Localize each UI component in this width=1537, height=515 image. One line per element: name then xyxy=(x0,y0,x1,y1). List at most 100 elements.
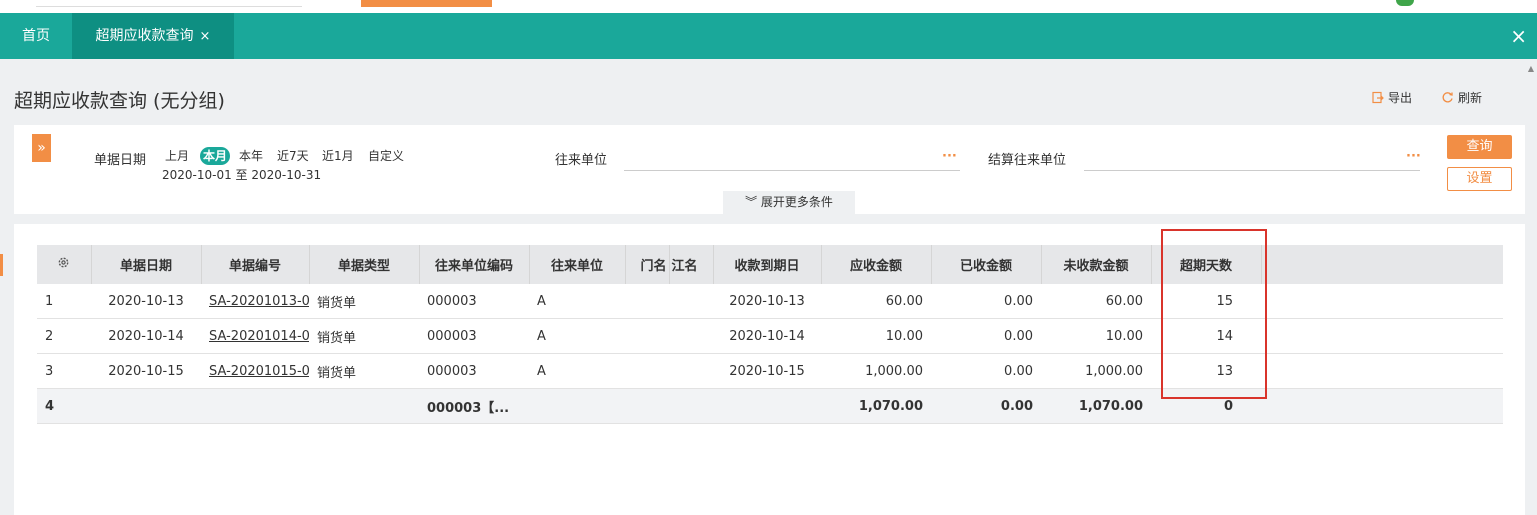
total-empty xyxy=(529,388,625,424)
scroll-up-icon[interactable]: ▲ xyxy=(1525,64,1537,73)
row-number: 2 xyxy=(37,318,91,354)
cell-code-link[interactable]: SA-20201013-0 xyxy=(201,284,309,319)
row-number: 3 xyxy=(37,353,91,389)
total-filler xyxy=(1261,388,1503,424)
period-this-month[interactable]: 本月 xyxy=(200,147,231,165)
col-due-date[interactable]: 收款到期日 xyxy=(713,245,822,284)
col-partner-code[interactable]: 往来单位编码 xyxy=(419,245,530,284)
cell-dept xyxy=(625,318,669,354)
cell-unpaid: 10.00 xyxy=(1041,318,1151,354)
gear-icon xyxy=(58,257,69,268)
query-button[interactable]: 查询 xyxy=(1447,135,1512,159)
tab-home-label: 首页 xyxy=(22,28,50,44)
period-this-year[interactable]: 本年 xyxy=(236,147,266,165)
total-received: 0.00 xyxy=(931,388,1041,424)
refresh-label: 刷新 xyxy=(1458,91,1483,105)
cell-partner-code: 000003 xyxy=(419,284,529,319)
cell-receivable: 60.00 xyxy=(821,284,931,319)
col-unpaid[interactable]: 未收款金额 xyxy=(1041,245,1152,284)
cell-filler xyxy=(1261,284,1503,319)
partner-more-icon[interactable]: ··· xyxy=(942,149,957,164)
column-settings[interactable] xyxy=(37,245,92,284)
cell-received: 0.00 xyxy=(931,318,1041,354)
app-logo xyxy=(1396,0,1414,6)
settle-partner-more-icon[interactable]: ··· xyxy=(1406,149,1421,164)
cell-staff xyxy=(669,318,713,354)
cell-type: 销货单 xyxy=(309,353,419,389)
date-label: 单据日期 xyxy=(94,153,147,168)
table-row[interactable]: 3 2020-10-15 SA-20201015-0 销货单 000003 A … xyxy=(37,353,1503,389)
settings-button[interactable]: 设置 xyxy=(1447,167,1512,191)
tab-active-label: 超期应收款查询 xyxy=(95,28,194,44)
vertical-scrollbar[interactable]: ▲ xyxy=(1525,64,1537,515)
refresh-icon xyxy=(1442,92,1453,103)
cell-partner-code: 000003 xyxy=(419,353,529,389)
total-empty xyxy=(669,388,713,424)
more-conditions-label: 展开更多条件 xyxy=(760,195,833,209)
cell-dept xyxy=(625,284,669,319)
cell-partner-code: 000003 xyxy=(419,318,529,354)
settle-partner-input[interactable] xyxy=(1084,170,1420,171)
cell-unpaid: 1,000.00 xyxy=(1041,353,1151,389)
tab-home[interactable]: 首页 xyxy=(0,13,72,59)
col-partner[interactable]: 往来单位 xyxy=(529,245,626,284)
cell-date: 2020-10-13 xyxy=(91,284,201,319)
cell-overdue-days: 13 xyxy=(1151,353,1261,389)
export-button[interactable]: 导出 xyxy=(1371,89,1412,106)
total-count: 4 xyxy=(37,388,91,424)
col-date[interactable]: 单据日期 xyxy=(91,245,202,284)
cell-received: 0.00 xyxy=(931,353,1041,389)
col-type[interactable]: 单据类型 xyxy=(309,245,420,284)
col-received[interactable]: 已收金额 xyxy=(931,245,1042,284)
top-search-underline xyxy=(36,6,302,7)
period-custom[interactable]: 自定义 xyxy=(365,147,407,165)
cell-code-link[interactable]: SA-20201014-0 xyxy=(201,318,309,354)
cell-due-date: 2020-10-13 xyxy=(713,284,821,319)
results-table: 单据日期 单据编号 单据类型 往来单位编码 往来单位 门名 江名 收款到期日 应… xyxy=(37,245,1503,424)
table-row[interactable]: 2 2020-10-14 SA-20201014-0 销货单 000003 A … xyxy=(37,318,1503,354)
col-receivable[interactable]: 应收金额 xyxy=(821,245,932,284)
more-conditions-button[interactable]: ︾ 展开更多条件 xyxy=(723,191,855,214)
top-strip xyxy=(0,0,1537,13)
total-row: 4 000003【... 1,070.00 0.00 1,070.00 0 xyxy=(37,388,1503,424)
cell-overdue-days: 14 xyxy=(1151,318,1261,354)
cell-code-link[interactable]: SA-20201015-0 xyxy=(201,353,309,389)
tab-bar: 首页 超期应收款查询 × × xyxy=(0,13,1537,59)
col-overdue-days[interactable]: 超期天数 xyxy=(1151,245,1262,284)
cell-received: 0.00 xyxy=(931,284,1041,319)
cell-staff xyxy=(669,353,713,389)
total-empty xyxy=(91,388,201,424)
col-filler xyxy=(1261,245,1503,284)
top-orange-button[interactable] xyxy=(361,0,492,7)
cell-due-date: 2020-10-15 xyxy=(713,353,821,389)
partner-label: 往来单位 xyxy=(555,153,608,168)
partner-input[interactable] xyxy=(624,170,960,171)
export-icon xyxy=(1372,91,1384,104)
total-overdue-days: 0 xyxy=(1151,388,1261,424)
export-label: 导出 xyxy=(1388,91,1413,105)
cell-filler xyxy=(1261,353,1503,389)
filter-panel: » 单据日期 上月 本月 本年 近7天 近1月 自定义 2020-10-01 至… xyxy=(14,125,1525,214)
cell-partner: A xyxy=(529,353,625,389)
tab-overdue-receivables[interactable]: 超期应收款查询 × xyxy=(72,13,234,59)
col-code[interactable]: 单据编号 xyxy=(201,245,310,284)
cell-filler xyxy=(1261,318,1503,354)
cell-type: 销货单 xyxy=(309,318,419,354)
expand-panel-icon[interactable]: » xyxy=(32,134,51,162)
results-panel: 单据日期 单据编号 单据类型 往来单位编码 往来单位 门名 江名 收款到期日 应… xyxy=(14,224,1525,515)
refresh-button[interactable]: 刷新 xyxy=(1441,89,1482,106)
total-receivable: 1,070.00 xyxy=(821,388,931,424)
cell-date: 2020-10-15 xyxy=(91,353,201,389)
cell-date: 2020-10-14 xyxy=(91,318,201,354)
cell-partner: A xyxy=(529,284,625,319)
col-staff[interactable]: 江名 xyxy=(669,245,714,284)
period-last-month[interactable]: 上月 xyxy=(162,147,192,165)
table-row[interactable]: 1 2020-10-13 SA-20201013-0 销货单 000003 A … xyxy=(37,284,1503,319)
close-tab-icon[interactable]: × xyxy=(200,29,211,44)
period-last-1-month[interactable]: 近1月 xyxy=(319,147,357,165)
period-last-7-days[interactable]: 近7天 xyxy=(274,147,312,165)
total-empty xyxy=(201,388,309,424)
close-all-icon[interactable]: × xyxy=(1510,24,1527,48)
col-dept[interactable]: 门名 xyxy=(625,245,670,284)
cell-partner: A xyxy=(529,318,625,354)
